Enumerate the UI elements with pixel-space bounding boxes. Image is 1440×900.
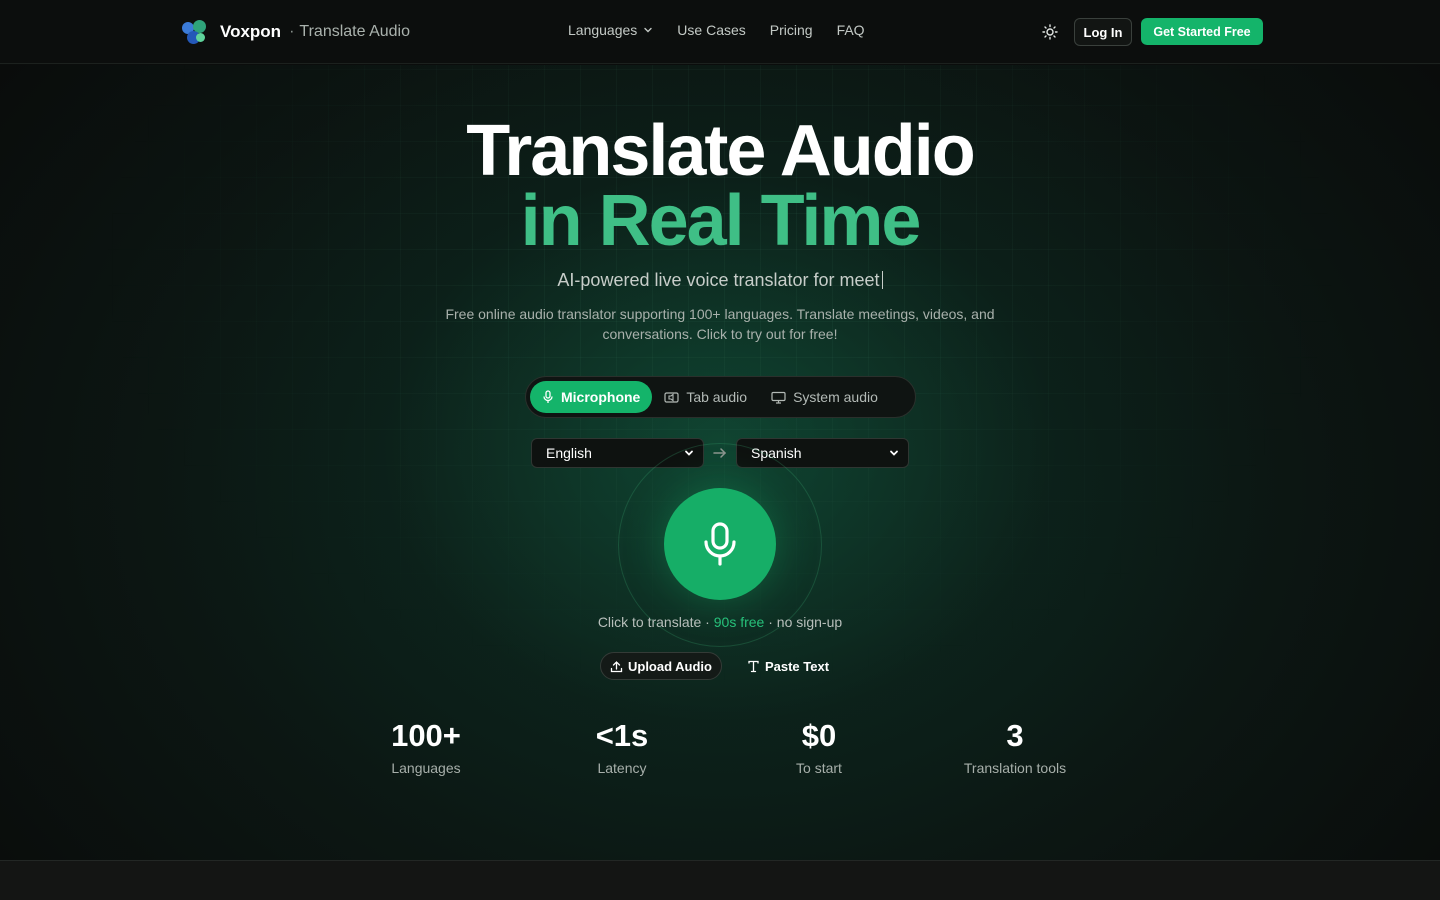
nav-use-cases[interactable]: Use Cases bbox=[677, 22, 745, 38]
nav-use-cases-label: Use Cases bbox=[677, 22, 746, 38]
hero-tagline: AI-powered live voice translator for mee… bbox=[0, 270, 1440, 291]
next-section-edge bbox=[0, 860, 1440, 900]
brand-subtitle: Translate Audio bbox=[299, 23, 410, 40]
nav-pricing[interactable]: Pricing bbox=[770, 22, 813, 38]
mode-system-audio[interactable]: System audio bbox=[759, 381, 890, 413]
stat-tools: 3 Translation tools bbox=[925, 716, 1105, 776]
stat-languages: 100+ Languages bbox=[336, 716, 516, 776]
chevron-down-icon bbox=[644, 27, 652, 33]
main-nav: Languages Use Cases Pricing FAQ bbox=[568, 22, 865, 38]
chevron-down-icon bbox=[890, 450, 898, 456]
typing-caret bbox=[881, 271, 883, 289]
nav-faq[interactable]: FAQ bbox=[837, 22, 865, 38]
hint-end: · no sign-up bbox=[768, 614, 843, 630]
sun-icon bbox=[1042, 24, 1058, 40]
tab-audio-icon bbox=[664, 391, 679, 403]
stat-value: 3 bbox=[1006, 718, 1024, 753]
microphone-icon bbox=[543, 390, 553, 403]
voxpon-logo-icon bbox=[180, 18, 208, 46]
nav-faq-label: FAQ bbox=[836, 22, 865, 38]
stat-value: 100+ bbox=[391, 718, 461, 753]
nav-languages-label: Languages bbox=[568, 22, 638, 38]
mode-microphone[interactable]: Microphone bbox=[530, 381, 653, 413]
hero-section: Translate Audio in Real Time AI-powered … bbox=[0, 65, 1440, 860]
stat-label: Latency bbox=[597, 760, 647, 776]
top-navbar: Voxpon · Translate Audio Languages Use C… bbox=[0, 0, 1440, 64]
mode-tab-audio-label: Tab audio bbox=[686, 389, 748, 405]
stat-label: Translation tools bbox=[963, 760, 1067, 776]
stat-latency: <1s Latency bbox=[532, 716, 712, 776]
start-translation-mic-button[interactable] bbox=[664, 488, 776, 600]
stat-value: $0 bbox=[801, 718, 837, 753]
mode-system-audio-label: System audio bbox=[793, 389, 878, 405]
nav-pricing-label: Pricing bbox=[769, 22, 813, 38]
stat-label: Languages bbox=[391, 760, 461, 776]
hero-tagline-text: AI-powered live voice translator for mee… bbox=[557, 270, 880, 290]
mode-microphone-label: Microphone bbox=[561, 389, 641, 405]
stat-value: <1s bbox=[595, 718, 649, 753]
brand-name: Voxpon bbox=[220, 22, 282, 41]
stat-label: To start bbox=[796, 760, 842, 776]
paste-text-label: Paste Text bbox=[764, 658, 830, 674]
source-language-value: English bbox=[546, 445, 592, 461]
hint-start: Click to translate · bbox=[597, 614, 710, 630]
upload-audio-label: Upload Audio bbox=[627, 658, 712, 674]
get-started-button[interactable]: Get Started Free bbox=[1141, 18, 1263, 45]
mode-tab-audio[interactable]: Tab audio bbox=[652, 381, 759, 413]
microphone-icon bbox=[704, 522, 736, 566]
brand-separator: · bbox=[289, 23, 295, 40]
monitor-icon bbox=[771, 391, 786, 404]
brand[interactable]: Voxpon · Translate Audio bbox=[180, 17, 410, 47]
mic-hint: Click to translate · 90s free · no sign-… bbox=[0, 614, 1440, 630]
nav-languages[interactable]: Languages bbox=[568, 22, 653, 38]
theme-toggle-button[interactable] bbox=[1040, 22, 1060, 42]
upload-audio-button[interactable]: Upload Audio bbox=[600, 652, 722, 680]
text-icon bbox=[748, 660, 759, 672]
stat-price: $0 To start bbox=[729, 716, 909, 776]
hero-description: Free online audio translator supporting … bbox=[445, 306, 995, 342]
hero-title-line2: in Real Time bbox=[520, 181, 922, 261]
audio-source-switcher: Microphone Tab audio System audio bbox=[525, 376, 916, 418]
login-button[interactable]: Log In bbox=[1074, 18, 1132, 46]
hint-free-duration: 90s free bbox=[713, 614, 765, 630]
upload-icon bbox=[610, 660, 623, 672]
hero-title-line1: Translate Audio bbox=[466, 111, 975, 191]
paste-text-button[interactable]: Paste Text bbox=[738, 652, 838, 680]
